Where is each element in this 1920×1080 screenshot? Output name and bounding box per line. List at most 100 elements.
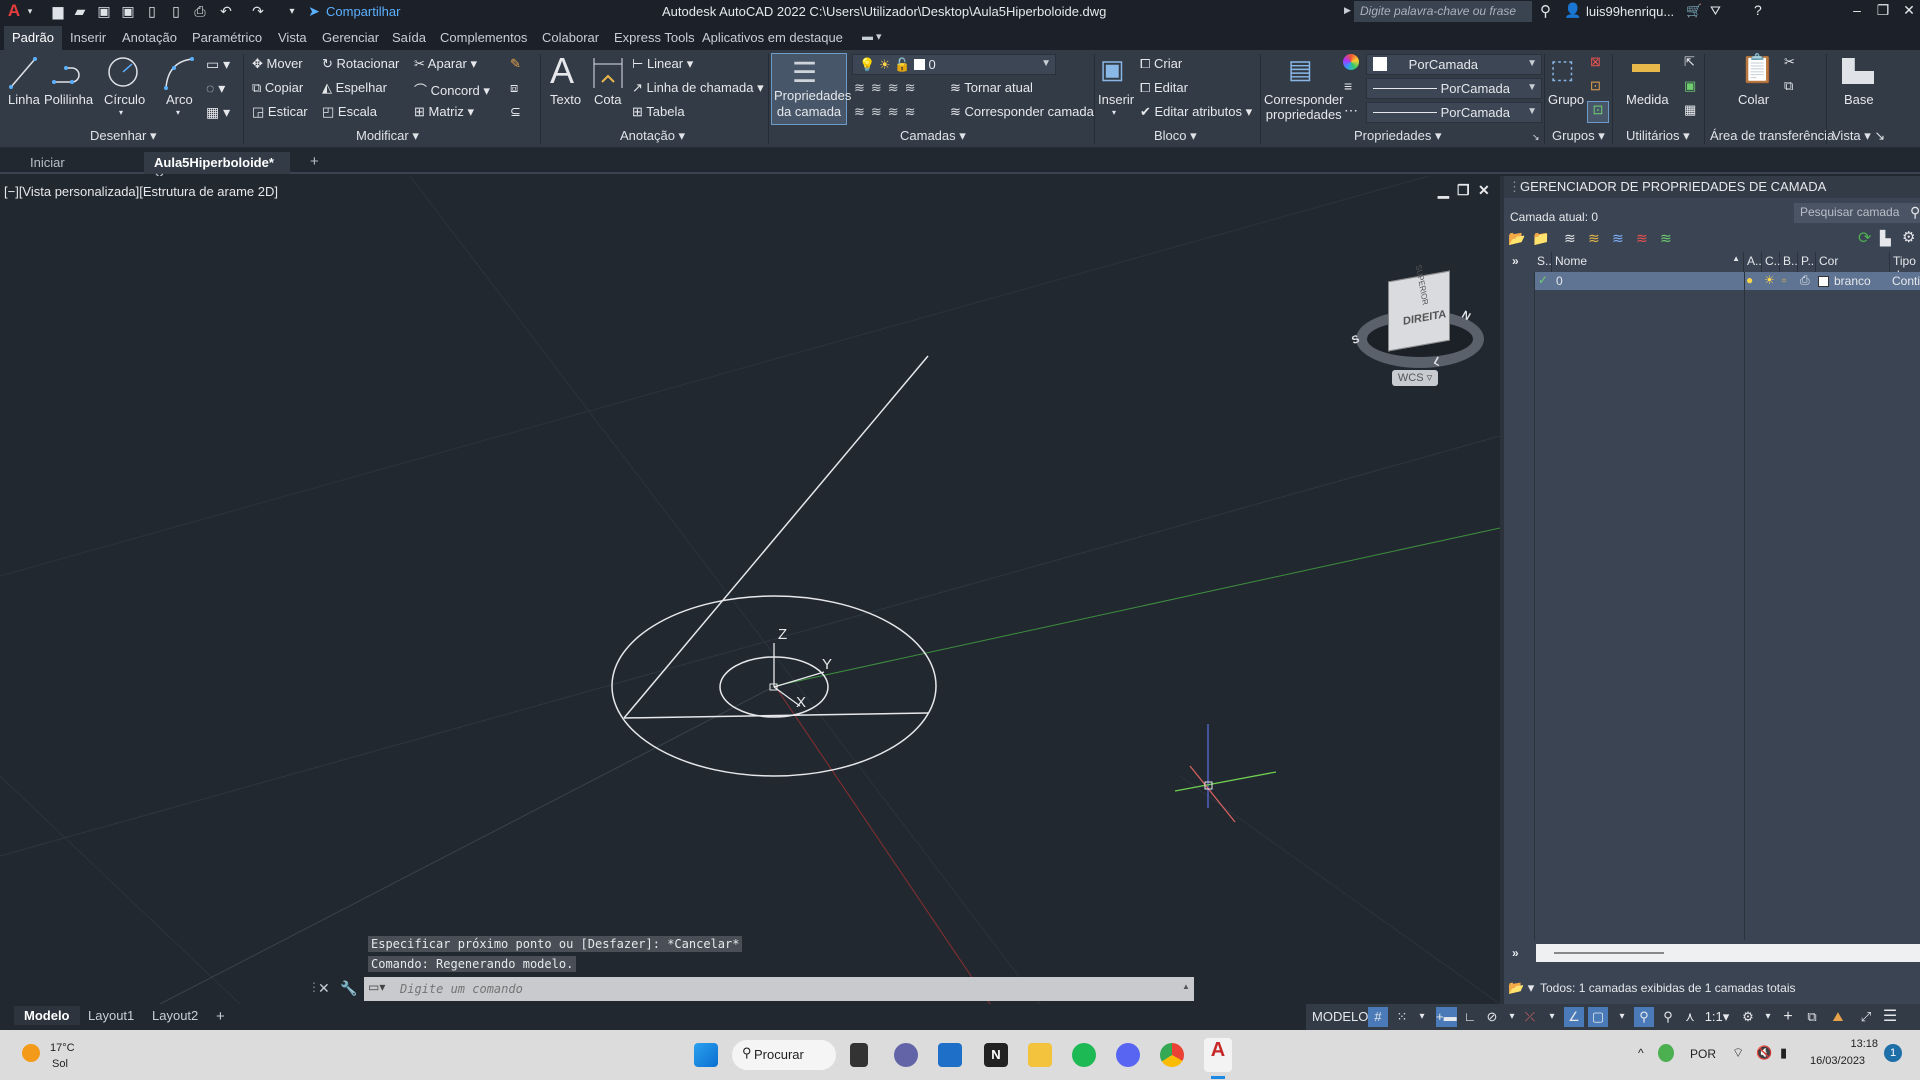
new-group-filter-icon[interactable]: 📁 [1532,230,1549,247]
insert-dropdown-icon[interactable]: ▾ [1112,108,1116,117]
lineweight-dropdown[interactable]: PorCamada ▼ [1366,78,1542,99]
layer-plot-icon[interactable]: ⎙ [1800,273,1810,288]
tab-aplicativos[interactable]: Aplicativos em destaque [702,30,843,45]
share-icon[interactable]: ➤ [306,3,322,19]
panel-camadas[interactable]: Camadas ▾ [900,128,966,144]
battery-icon[interactable]: ▮ [1780,1045,1787,1061]
panel-modificar[interactable]: Modificar ▾ [356,128,419,144]
tab-saida[interactable]: Saída [392,30,426,45]
layer-color-swatch[interactable] [1818,276,1829,287]
grid-toggle-icon[interactable]: # [1368,1007,1388,1027]
tab-parametrico[interactable]: Paramétrico [192,30,262,45]
store-icon[interactable] [938,1043,962,1067]
settings-gear-icon[interactable]: ⚙ [1902,228,1915,246]
isolate-objects-icon[interactable]: ⧉ [1802,1007,1822,1027]
clock-date[interactable]: 16/03/2023 [1810,1055,1865,1067]
arc-dropdown-icon[interactable]: ▾ [176,108,180,117]
paste-icon[interactable]: 📋 [1740,52,1775,85]
redo-icon[interactable]: ↷ [250,3,266,19]
tab-layout2[interactable]: Layout2 [142,1006,208,1025]
tab-complementos[interactable]: Complementos [440,30,527,45]
autocad-taskbar-icon[interactable]: A [1204,1038,1232,1072]
command-close-icon[interactable]: ✕ [318,980,330,997]
dynamic-input-icon[interactable]: +▬ [1436,1007,1457,1027]
quick-select-icon[interactable]: ⇱ [1684,54,1695,70]
viewcube[interactable]: S N L SUPERIOR DIREITA [1350,263,1484,369]
palette-title[interactable]: ⋮ GERENCIADOR DE PROPRIEDADES DE CAMADA [1504,176,1920,198]
linetype-dropdown[interactable]: PorCamada ▼ [1366,102,1542,123]
panel-area-transferencia[interactable]: Área de transferência [1710,128,1834,143]
task-view-icon[interactable] [850,1043,868,1067]
col-status[interactable]: S.. [1534,252,1552,272]
match-properties-icon[interactable]: ▤ [1288,54,1313,85]
cut-icon[interactable]: ✂ [1784,54,1795,70]
command-prompt-icon[interactable]: ▭▾ [368,980,385,994]
user-account[interactable]: luis99henriqu... [1586,4,1674,19]
hardware-acceleration-icon[interactable]: ⛰ [1828,1007,1848,1027]
panel-vista[interactable]: Vista ▾ ↘ [1832,128,1885,144]
volume-muted-icon[interactable]: 🔇 [1756,1045,1772,1061]
concord-button[interactable]: ⌒ Concord ▾ [414,80,490,99]
rotacionar-button[interactable]: ↻ Rotacionar [322,56,399,72]
cota-button[interactable]: Cota [594,92,621,107]
teams-icon[interactable] [894,1043,918,1067]
grupo-button[interactable]: Grupo [1548,92,1584,107]
measure-icon[interactable] [1632,64,1660,72]
panel-bloco[interactable]: Bloco ▾ [1154,128,1197,144]
taskbar-search-button[interactable]: ⚲ Procurar [732,1040,836,1070]
corresponder-camada-button[interactable]: ≋ Corresponder camada [950,104,1094,120]
tab-iniciar[interactable]: Iniciar [20,152,75,174]
group-edit-icon[interactable]: ⊡ [1590,78,1601,94]
matriz-button[interactable]: ⊞ Matriz ▾ [414,104,474,120]
invert-filter-icon[interactable]: 📂 ▾ [1508,980,1534,996]
command-input[interactable] [364,977,1194,1001]
panel-desenhar[interactable]: Desenhar ▾ [90,128,157,144]
col-nome[interactable]: Nome ▲ [1552,252,1744,272]
save-icon[interactable]: ▣ [96,3,112,19]
calculator-icon[interactable]: ▦ [1684,102,1696,118]
col-linetype[interactable]: Tipo d [1890,252,1920,282]
model-space-toggle[interactable]: MODELO [1312,1007,1368,1027]
circulo-button[interactable]: Círculo [104,92,145,107]
polyline-icon[interactable] [50,58,86,88]
new-icon[interactable]: ▆ [50,3,66,19]
tabela-button[interactable]: ⊞ Tabela [632,104,685,120]
polar-tracking-icon[interactable]: ⊘ [1482,1007,1502,1027]
snap-dropdown-icon[interactable]: ▾ [1412,1007,1432,1027]
wifi-icon[interactable]: ⌔ [1732,1045,1744,1061]
editar-button[interactable]: ⧠ Editar [1140,80,1188,96]
colar-button[interactable]: Colar [1738,92,1769,107]
ungroup-icon[interactable]: ⊠ [1590,54,1601,70]
drawing-canvas[interactable] [0,176,1500,1004]
windows-start-icon[interactable] [694,1043,718,1067]
close-button[interactable]: ✕ [1898,2,1920,22]
base-view-icon[interactable] [1842,58,1874,84]
layer-search-input[interactable]: Pesquisar camada [1794,203,1920,223]
explode-icon[interactable]: ⧈ [510,80,518,96]
refresh-icon[interactable]: ⟳ [1858,228,1871,248]
drawing-viewport[interactable]: Z Y X [−][Vista personalizada][Estrutura… [0,176,1500,1004]
properties-launcher-icon[interactable]: ↘ [1532,132,1540,143]
medida-button[interactable]: Medida [1626,92,1669,107]
horizontal-scrollbar[interactable] [1536,944,1920,962]
minimize-button[interactable]: – [1846,2,1868,22]
viewport-controls-label[interactable]: [−][Vista personalizada][Estrutura de ar… [4,184,278,199]
notification-badge[interactable]: 1 [1884,1044,1902,1062]
help-search-input[interactable]: Digite palavra-chave ou frase [1354,1,1532,22]
mover-button[interactable]: ✥ Mover [252,56,303,72]
copiar-button[interactable]: ⧉ Copiar [252,80,303,96]
linha-button[interactable]: Linha [8,92,40,107]
tab-aula5hiperboloide[interactable]: Aula5Hiperboloide* ✕ [144,152,290,185]
color-dropdown[interactable]: PorCamada ▼ [1366,54,1542,75]
tab-gerenciar[interactable]: Gerenciar [322,30,379,45]
undo-icon[interactable]: ↶ [218,3,234,19]
match-properties-button[interactable]: Corresponder propriedades [1264,92,1344,122]
palette-grip-icon[interactable]: ⋮ [1508,179,1521,195]
search-icon[interactable]: ⚲ [1540,2,1551,20]
col-plot[interactable]: P.. [1798,252,1816,272]
workspace-gear-icon[interactable]: ⚙ [1738,1007,1758,1027]
panel-anotacao[interactable]: Anotação ▾ [620,128,685,144]
customize-icon[interactable]: ▾ [284,3,300,19]
isometric-dropdown-icon[interactable]: ▾ [1542,1007,1562,1027]
inserir-button[interactable]: Inserir [1098,92,1134,107]
